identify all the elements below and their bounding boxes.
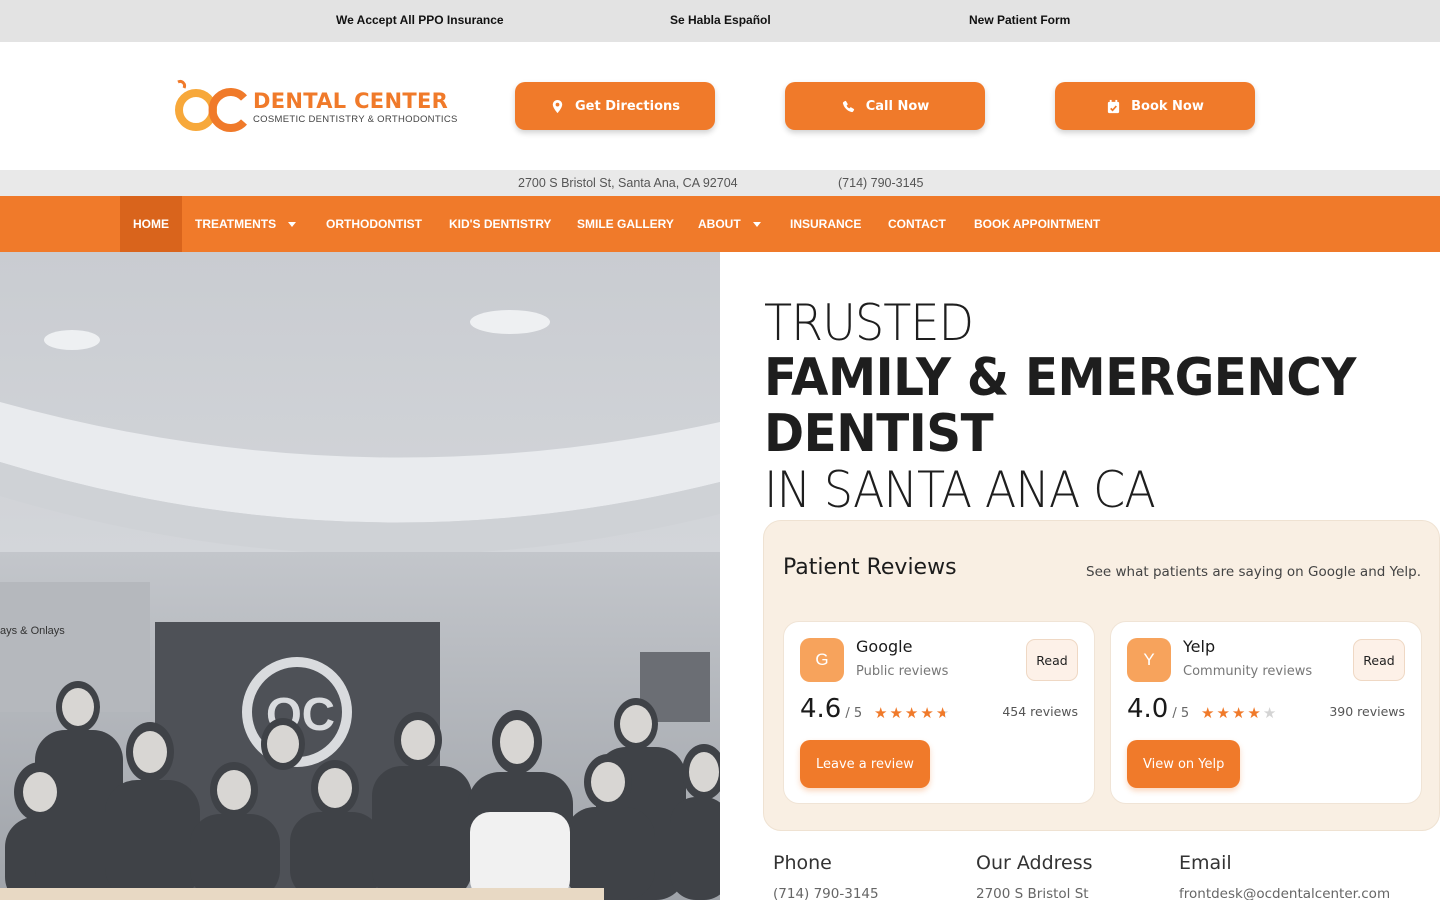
oc-logo-mark-icon xyxy=(175,80,247,132)
logo-subtitle: COSMETIC DENTISTRY & ORTHODONTICS xyxy=(253,114,458,125)
nav-insurance-label: INSURANCE xyxy=(790,217,862,231)
hero-line-trusted: TRUSTED xyxy=(764,294,974,352)
google-review-card: G Google Public reviews Read 4.6/ 5 ★★★★… xyxy=(783,621,1095,804)
star-icon: ★ xyxy=(904,705,921,722)
google-desc: Public reviews xyxy=(856,664,949,679)
logo[interactable]: DENTAL CENTER COSMETIC DENTISTRY & ORTHO… xyxy=(172,78,462,134)
contact-address-value[interactable]: 2700 S Bristol St xyxy=(976,886,1093,900)
star-icon: ★ xyxy=(889,705,905,722)
team-photo-illustration: ays & Onlays OC xyxy=(0,252,720,900)
address-text[interactable]: 2700 S Bristol St, Santa Ana, CA 92704 xyxy=(518,176,738,190)
reviews-subtitle: See what patients are saying on Google a… xyxy=(1086,564,1421,580)
nav-treatments[interactable]: TREATMENTS xyxy=(195,196,297,252)
contact-phone-label: Phone xyxy=(773,852,832,874)
hero-line-family-emergency: FAMILY & EMERGENCY xyxy=(764,348,1356,408)
contact-address: Our Address 2700 S Bristol St xyxy=(976,852,1093,900)
book-now-button[interactable]: Book Now xyxy=(1055,82,1255,130)
hero-line-location: IN SANTA ANA CA xyxy=(764,461,1156,519)
google-review-count: 454 reviews xyxy=(1002,704,1078,719)
google-star-rating: ★★★★★ xyxy=(874,704,951,722)
google-score-value: 4.6 xyxy=(800,694,842,724)
empty-star-icon: ★ xyxy=(1262,705,1279,722)
contact-address-label: Our Address xyxy=(976,852,1093,874)
main-nav: HOME TREATMENTS ORTHODONTIST KID'S DENTI… xyxy=(0,196,1440,252)
contact-phone-value[interactable]: (714) 790-3145 xyxy=(773,886,879,900)
yelp-score-max: / 5 xyxy=(1172,706,1190,721)
nav-orthodontist-label: ORTHODONTIST xyxy=(326,217,422,231)
star-icon: ★ xyxy=(1201,705,1217,722)
map-pin-icon xyxy=(552,99,563,113)
leave-review-button[interactable]: Leave a review xyxy=(800,740,930,788)
contact-email-label: Email xyxy=(1179,852,1232,874)
reviews-title: Patient Reviews xyxy=(783,555,957,580)
nav-home-label: HOME xyxy=(133,217,169,231)
caret-down-icon xyxy=(288,221,297,227)
view-on-yelp-button[interactable]: View on Yelp xyxy=(1127,740,1241,788)
call-now-button[interactable]: Call Now xyxy=(785,82,985,130)
google-read-button[interactable]: Read xyxy=(1026,639,1078,681)
book-now-label: Book Now xyxy=(1131,98,1204,114)
google-badge-icon: G xyxy=(800,638,844,682)
star-icon: ★ xyxy=(1247,705,1263,722)
hero-line-dentist: DENTIST xyxy=(764,404,994,464)
nav-kids-dentistry[interactable]: KID'S DENTISTRY xyxy=(449,196,551,252)
yelp-score-value: 4.0 xyxy=(1127,694,1169,724)
nav-insurance[interactable]: INSURANCE xyxy=(790,196,861,252)
wall-sign-text: ays & Onlays xyxy=(0,625,65,637)
nav-about-label: ABOUT xyxy=(698,217,741,231)
nav-about[interactable]: ABOUT xyxy=(698,196,761,252)
top-bar: We Accept All PPO Insurance Se Habla Esp… xyxy=(0,0,1440,42)
patient-reviews-panel: Patient Reviews See what patients are sa… xyxy=(763,520,1440,831)
phone-icon xyxy=(842,100,854,112)
yelp-review-card: Y Yelp Community reviews Read 4.0/ 5 ★★★… xyxy=(1110,621,1422,804)
yelp-badge-icon: Y xyxy=(1127,638,1171,682)
google-score-max: / 5 xyxy=(845,706,863,721)
site-header: DENTAL CENTER COSMETIC DENTISTRY & ORTHO… xyxy=(0,42,1440,170)
new-patient-form-link[interactable]: New Patient Form xyxy=(969,13,1070,27)
caret-down-icon xyxy=(752,221,761,227)
yelp-desc: Community reviews xyxy=(1183,664,1313,679)
team-photo: ays & Onlays OC xyxy=(0,252,720,900)
logo-title: DENTAL CENTER xyxy=(253,89,449,113)
yelp-name: Yelp xyxy=(1183,637,1216,656)
nav-home[interactable]: HOME xyxy=(120,196,182,252)
phone-text[interactable]: (714) 790-3145 xyxy=(838,176,923,190)
google-score: 4.6/ 5 xyxy=(800,694,862,724)
call-now-label: Call Now xyxy=(865,98,930,114)
hero-heading: TRUSTED FAMILY & EMERGENCY DENTIST IN SA… xyxy=(764,296,1404,518)
nav-book-appointment-label: BOOK APPOINTMENT xyxy=(974,217,1101,231)
nav-orthodontist[interactable]: ORTHODONTIST xyxy=(326,196,422,252)
nav-smile-gallery[interactable]: SMILE GALLERY xyxy=(577,196,674,252)
nav-treatments-label: TREATMENTS xyxy=(195,217,277,231)
star-icon: ★ xyxy=(874,705,890,722)
nav-smile-gallery-label: SMILE GALLERY xyxy=(577,217,674,231)
nav-contact[interactable]: CONTACT xyxy=(888,196,946,252)
google-name: Google xyxy=(856,637,913,656)
nav-contact-label: CONTACT xyxy=(888,217,946,231)
nav-kids-dentistry-label: KID'S DENTISTRY xyxy=(449,217,552,231)
spanish-link[interactable]: Se Habla Español xyxy=(670,13,771,27)
half-star-icon: ★ xyxy=(935,705,952,722)
contact-phone: Phone (714) 790-3145 xyxy=(773,852,879,900)
ppo-insurance-link[interactable]: We Accept All PPO Insurance xyxy=(336,13,504,27)
yelp-score: 4.0/ 5 xyxy=(1127,694,1189,724)
get-directions-button[interactable]: Get Directions xyxy=(515,82,715,130)
nav-book-appointment[interactable]: BOOK APPOINTMENT xyxy=(974,196,1100,252)
get-directions-label: Get Directions xyxy=(574,98,680,114)
calendar-check-icon xyxy=(1107,99,1120,113)
yelp-review-count: 390 reviews xyxy=(1329,704,1405,719)
star-icon: ★ xyxy=(1216,705,1232,722)
yelp-star-rating: ★★★★★ xyxy=(1201,704,1278,722)
star-icon: ★ xyxy=(1231,705,1248,722)
info-strip: 2700 S Bristol St, Santa Ana, CA 92704 (… xyxy=(0,170,1440,196)
contact-email-value[interactable]: frontdesk@ocdentalcenter.com xyxy=(1179,886,1390,900)
yelp-read-button[interactable]: Read xyxy=(1353,639,1405,681)
contact-email: Email frontdesk@ocdentalcenter.com xyxy=(1179,852,1390,900)
star-icon: ★ xyxy=(920,705,936,722)
